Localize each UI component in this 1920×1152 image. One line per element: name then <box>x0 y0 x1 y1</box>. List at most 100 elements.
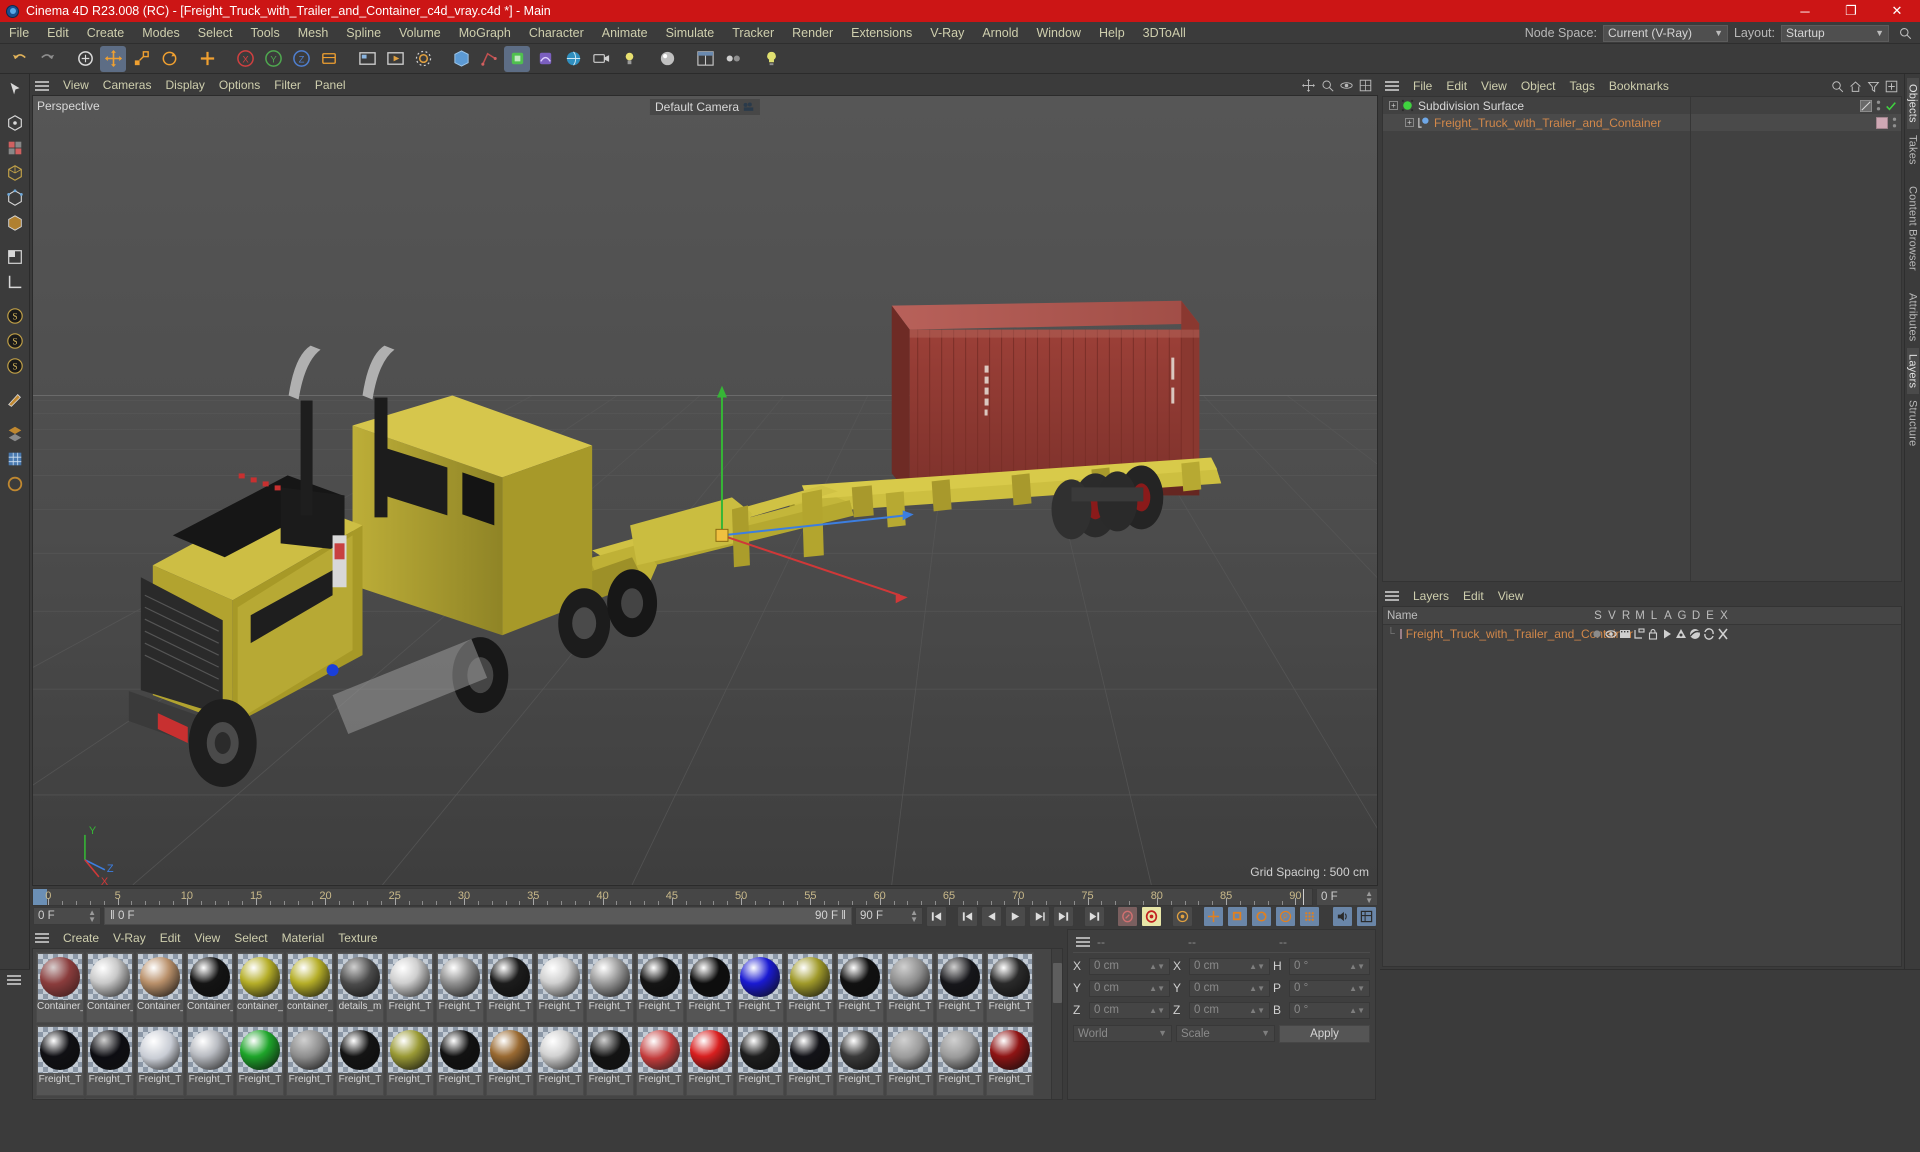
object-add-icon[interactable] <box>1885 80 1898 93</box>
model-mode-icon[interactable] <box>3 111 27 135</box>
material-menu-create[interactable]: Create <box>56 929 106 948</box>
key-parameter-button[interactable]: P <box>1275 905 1296 927</box>
material-menu-select[interactable]: Select <box>227 929 274 948</box>
select-tool-button[interactable] <box>72 46 98 72</box>
object-search-icon[interactable] <box>1831 80 1844 93</box>
go-to-end-button[interactable] <box>1084 905 1105 927</box>
menu-item-tools[interactable]: Tools <box>242 22 289 44</box>
material-cell[interactable]: Freight_T <box>936 1024 984 1096</box>
menu-item-modes[interactable]: Modes <box>133 22 189 44</box>
step-forward-button[interactable] <box>1029 905 1050 927</box>
scale-tool-button[interactable] <box>128 46 154 72</box>
object-menu-edit[interactable]: Edit <box>1439 76 1474 96</box>
material-cell[interactable]: Freight_T <box>386 1024 434 1096</box>
menu-item-tracker[interactable]: Tracker <box>723 22 783 44</box>
material-cell[interactable]: Freight_T <box>286 1024 334 1096</box>
timeline-right-frame-field[interactable]: 0 F ▲ ▼ <box>1316 887 1378 906</box>
viewport-menu-cameras[interactable]: Cameras <box>96 76 159 95</box>
menu-item-v-ray[interactable]: V-Ray <box>921 22 973 44</box>
material-cell[interactable]: Freight_T <box>486 1024 534 1096</box>
viewport-menu-panel[interactable]: Panel <box>308 76 353 95</box>
key-point-level-button[interactable] <box>1299 905 1320 927</box>
material-cell[interactable]: Freight_T <box>36 1024 84 1096</box>
timeline-ruler[interactable]: 0 5 10 15 20 25 30 35 40 45 50 55 60 65 70 75 80 85 90 <box>32 887 1313 906</box>
material-menu-v-ray[interactable]: V-Ray <box>106 929 153 948</box>
material-cell[interactable]: Freight_T <box>186 1024 234 1096</box>
menu-item-3dtoall[interactable]: 3DToAll <box>1134 22 1195 44</box>
redo-button[interactable] <box>34 46 60 72</box>
material-cell[interactable]: Freight_T <box>686 1024 734 1096</box>
add-object-button[interactable] <box>194 46 220 72</box>
menu-item-render[interactable]: Render <box>783 22 842 44</box>
material-cell[interactable]: Freight_T <box>836 951 884 1023</box>
material-scrollbar[interactable] <box>1051 948 1062 1099</box>
viewport-menu-options[interactable]: Options <box>212 76 267 95</box>
layer-list[interactable]: Name SVRMLAGDEX └ Freight_Truck_with_Trai… <box>1382 606 1902 967</box>
zoom-icon[interactable] <box>1321 79 1334 92</box>
material-cell[interactable]: Freight_T <box>486 951 534 1023</box>
go-to-next-key-button[interactable] <box>1053 905 1074 927</box>
live-selection-icon[interactable] <box>3 77 27 101</box>
menu-item-character[interactable]: Character <box>520 22 593 44</box>
manager-icon[interactable] <box>1633 627 1647 640</box>
material-cell[interactable]: Container_ <box>136 951 184 1023</box>
expand-toggle-icon[interactable]: + <box>1405 118 1414 127</box>
material-cell[interactable]: Container_ <box>186 951 234 1023</box>
coord-position-z-field[interactable]: 0 cm ▲▼ <box>1089 1001 1170 1019</box>
axis-lock-icon[interactable] <box>3 270 27 294</box>
object-visibility-dots[interactable] <box>1876 99 1881 112</box>
menu-item-create[interactable]: Create <box>78 22 134 44</box>
menu-item-simulate[interactable]: Simulate <box>657 22 724 44</box>
camera-icon[interactable] <box>743 102 755 112</box>
layer-menu-hamburger-icon[interactable] <box>1382 589 1402 603</box>
material-cell[interactable]: Freight_T <box>536 951 584 1023</box>
menu-item-window[interactable]: Window <box>1027 22 1089 44</box>
uv-mesh-icon[interactable] <box>3 422 27 446</box>
lock-y-axis-button[interactable]: Y <box>260 46 286 72</box>
object-menu-hamburger-icon[interactable] <box>1382 79 1402 93</box>
grid-toggle-button[interactable] <box>720 46 746 72</box>
coord-rotation-h-field[interactable]: 0 ° ▲▼ <box>1289 957 1370 975</box>
lock-icon[interactable] <box>1647 628 1661 640</box>
record-key-button[interactable] <box>1117 905 1138 927</box>
sound-button[interactable] <box>1332 905 1353 927</box>
menu-item-volume[interactable]: Volume <box>390 22 450 44</box>
menu-item-animate[interactable]: Animate <box>593 22 657 44</box>
deformers-button[interactable] <box>532 46 558 72</box>
polygon-mode-icon[interactable] <box>3 211 27 235</box>
dock-tab-takes[interactable]: Takes <box>1907 129 1919 171</box>
pan-icon[interactable] <box>1302 79 1315 92</box>
uv-grid-icon[interactable] <box>3 447 27 471</box>
workplane-icon[interactable] <box>3 245 27 269</box>
help-bulb-button[interactable] <box>758 46 784 72</box>
lock-x-axis-button[interactable]: X <box>232 46 258 72</box>
environment-button[interactable] <box>560 46 586 72</box>
object-home-icon[interactable] <box>1849 80 1862 93</box>
key-rotation-button[interactable] <box>1251 905 1272 927</box>
viewport-menu-view[interactable]: View <box>56 76 96 95</box>
material-cell[interactable]: Freight_T <box>936 951 984 1023</box>
layer-menu-layers[interactable]: Layers <box>1406 586 1456 606</box>
material-menu-texture[interactable]: Texture <box>331 929 384 948</box>
material-cell[interactable]: Freight_T <box>86 1024 134 1096</box>
material-cell[interactable]: details_m <box>336 951 384 1023</box>
snap-s2-icon[interactable]: S <box>3 329 27 353</box>
generators-button[interactable] <box>504 45 530 72</box>
rotate-tool-button[interactable] <box>156 46 182 72</box>
render-region-button[interactable] <box>382 46 408 72</box>
material-cell[interactable]: Freight_T <box>986 1024 1034 1096</box>
material-cell[interactable]: Freight_T <box>136 1097 184 1099</box>
go-to-start-button[interactable] <box>926 905 947 927</box>
viewport-3d[interactable]: Y Z X Perspective Default Camera Grid Sp… <box>32 95 1378 886</box>
move-tool-button[interactable] <box>100 45 126 72</box>
uv-ring-icon[interactable] <box>3 472 27 496</box>
cube-primitive-button[interactable] <box>448 46 474 72</box>
undo-button[interactable] <box>6 46 32 72</box>
layer-menu-view[interactable]: View <box>1491 586 1531 606</box>
world-coordinate-button[interactable] <box>316 46 342 72</box>
viewport-menu-hamburger-icon[interactable] <box>32 79 52 93</box>
material-menu-material[interactable]: Material <box>275 929 332 948</box>
maximize-button[interactable]: ❐ <box>1828 0 1874 22</box>
coord-size-x-field[interactable]: 0 cm ▲▼ <box>1189 957 1270 975</box>
texture-mode-icon[interactable] <box>3 136 27 160</box>
